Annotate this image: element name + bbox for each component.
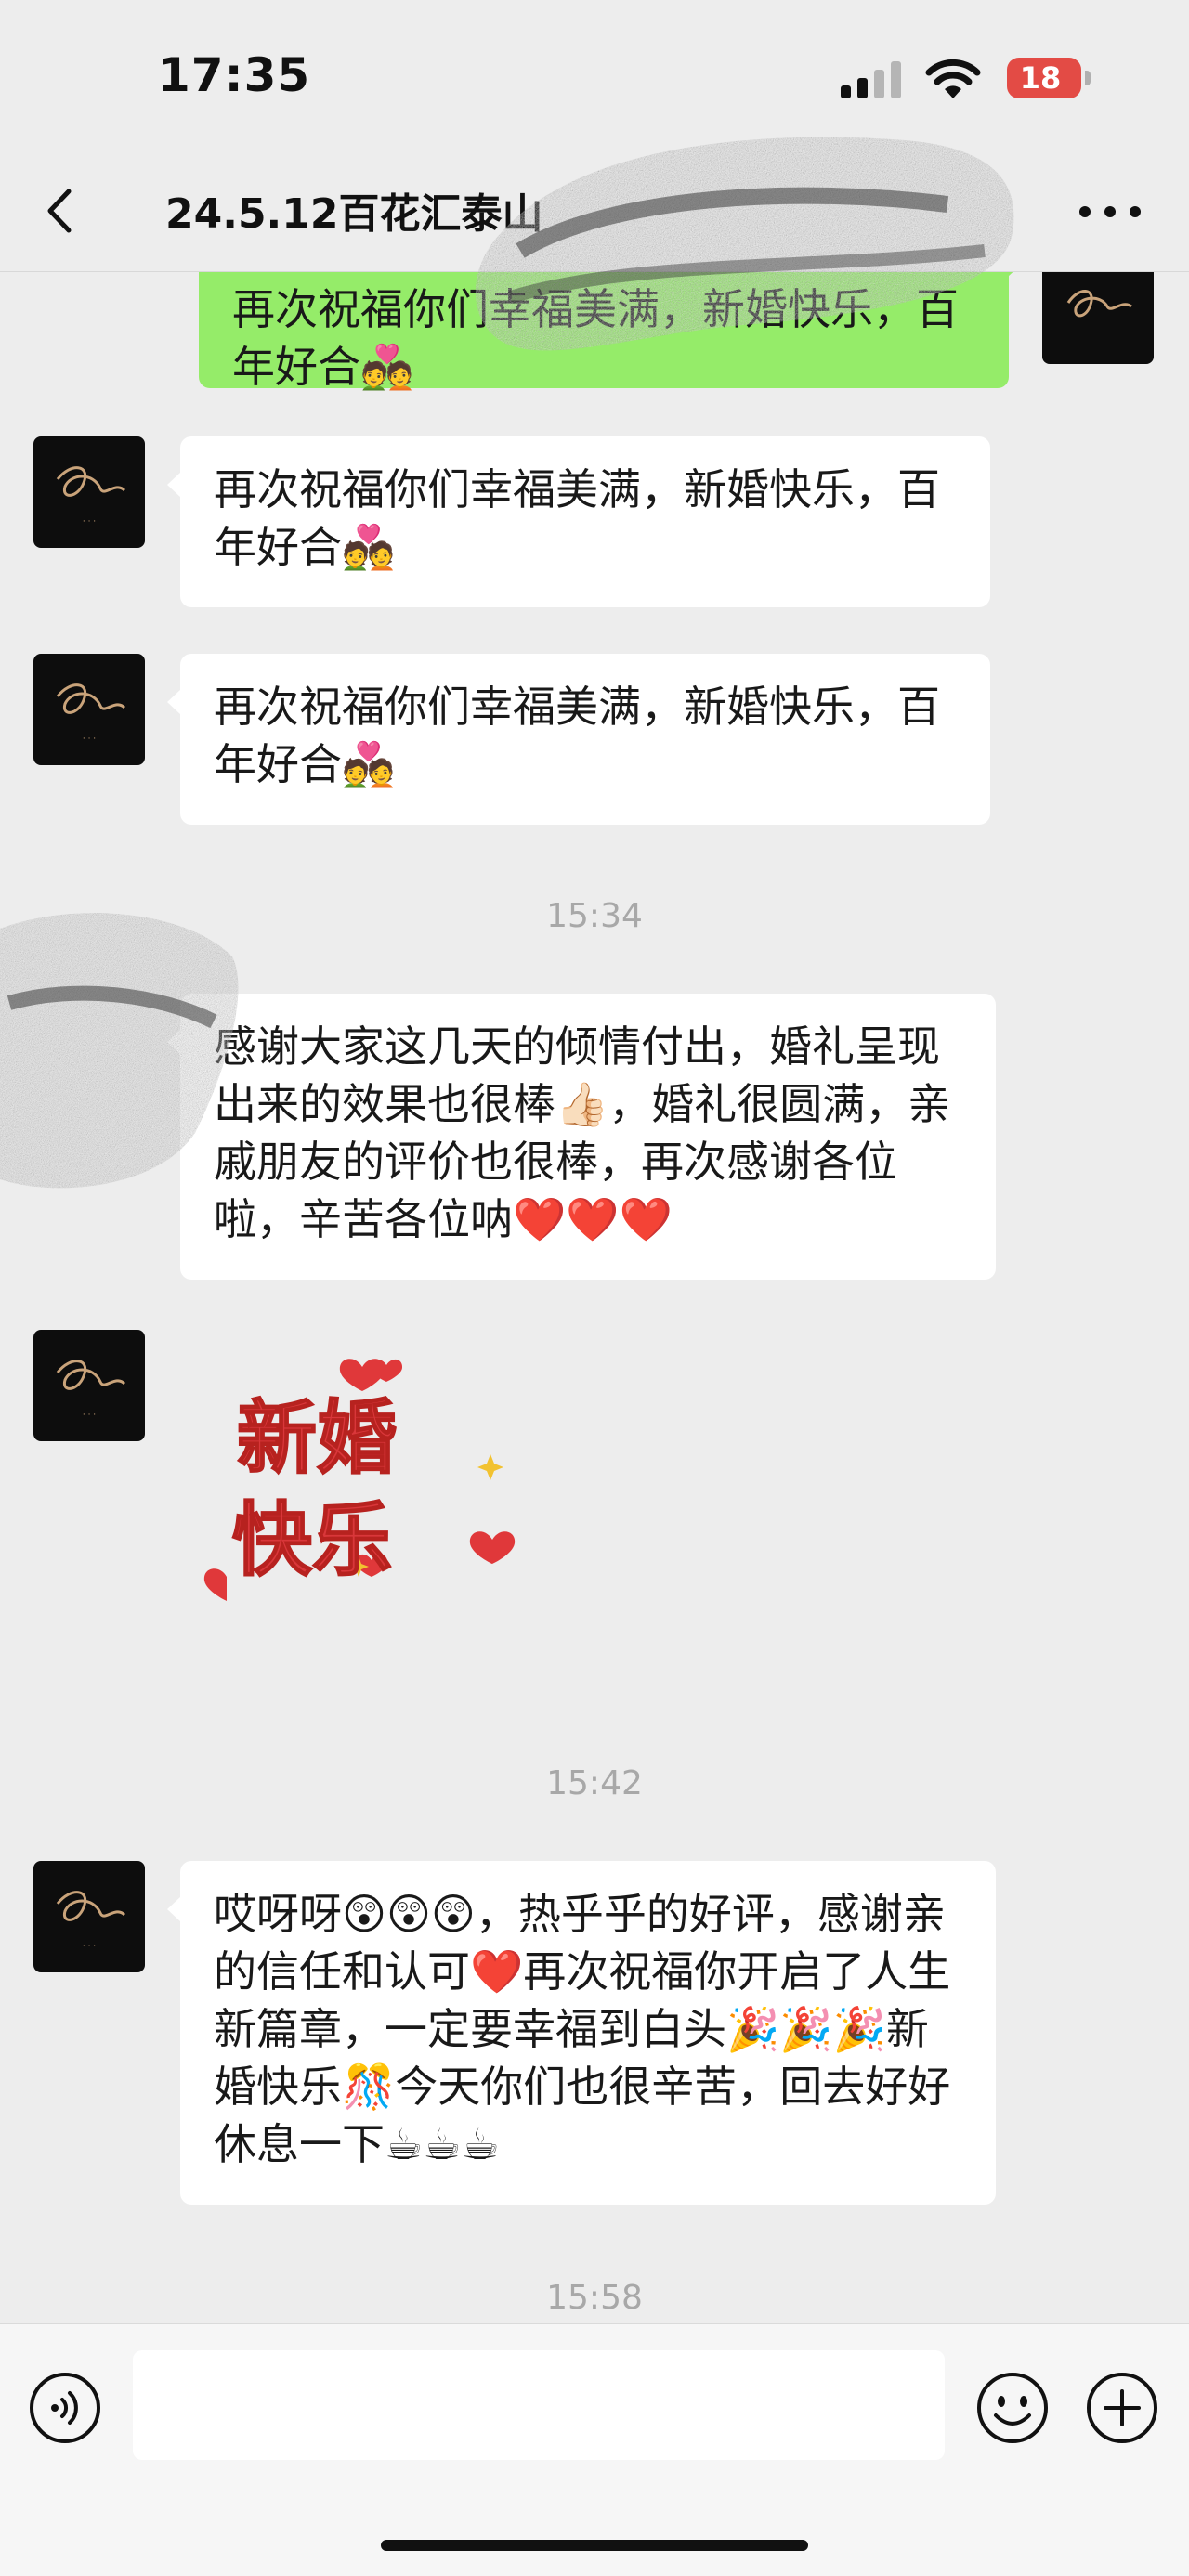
chat-title: 24.5.12百花汇泰山	[165, 190, 543, 238]
ellipsis-icon[interactable]	[1078, 202, 1143, 221]
message-text: 再次祝福你们幸福美满，新婚快乐，百年好合💑	[214, 464, 940, 572]
message-text: 哎呀呀😲😲😲，热乎乎的好评，感谢亲的信任和认可❤️再次祝福你开启了人生新篇章，一…	[214, 1889, 951, 2169]
message-input[interactable]	[133, 2350, 945, 2460]
plus-icon[interactable]	[1085, 2371, 1159, 2445]
home-indicator	[381, 2540, 808, 2551]
status-bar: 17:35 18	[0, 0, 1189, 158]
svg-text:· · ·: · · ·	[83, 1942, 96, 1951]
avatar-self[interactable]	[1042, 271, 1154, 364]
battery-cap	[1085, 71, 1091, 85]
message-bubble-incoming[interactable]: 再次祝福你们幸福美满，新婚快乐，百年好合💑	[167, 436, 990, 607]
message-text: 再次祝福你们幸福美满，新婚快乐，百年好合💑	[214, 682, 940, 789]
message-bubble-incoming[interactable]: 感谢大家这几天的倾情付出，婚礼呈现出来的效果也很棒👍🏻，婚礼很圆满，亲戚朋友的评…	[167, 994, 996, 1280]
wifi-icon	[925, 59, 981, 98]
svg-text:· · ·: · · ·	[83, 517, 96, 527]
avatar-contact[interactable]: · · ·	[33, 1861, 145, 1972]
cellular-signal-icon	[841, 61, 902, 98]
message-bubble-incoming[interactable]: 再次祝福你们幸福美满，新婚快乐，百年好合💑	[167, 654, 990, 825]
timestamp: 15:34	[546, 897, 643, 935]
svg-text:· · ·: · · ·	[83, 1411, 96, 1420]
chevron-left-icon[interactable]	[37, 178, 82, 243]
voice-icon[interactable]	[28, 2371, 102, 2445]
battery-icon: 18	[1007, 58, 1081, 98]
sticker-text: 快乐	[232, 1494, 392, 1587]
emoji-icon[interactable]	[975, 2371, 1050, 2445]
message-bubble-incoming[interactable]: 哎呀呀😲😲😲，热乎乎的好评，感谢亲的信任和认可❤️再次祝福你开启了人生新篇章，一…	[167, 1861, 996, 2205]
avatar-contact[interactable]: · · ·	[33, 436, 145, 548]
timestamp: 15:58	[546, 2279, 643, 2317]
battery-level: 18	[1019, 60, 1062, 96]
avatar-contact[interactable]: · · ·	[33, 1330, 145, 1441]
chat-screen: 17:35 18 24.5.12百花汇泰山 再次祝福你们幸福美满，新婚快乐，百年…	[0, 0, 1189, 2576]
status-time: 17:35	[158, 48, 311, 102]
avatar-contact[interactable]: · · ·	[33, 654, 145, 765]
message-bubble-outgoing[interactable]: 再次祝福你们幸福美满，新婚快乐，百年好合💑	[199, 271, 1022, 392]
message-text: 再次祝福你们幸福美满，新婚快乐，百年好合💑	[232, 284, 959, 392]
timestamp: 15:42	[546, 1764, 643, 1802]
input-bar	[0, 2323, 1189, 2576]
message-list[interactable]: 再次祝福你们幸福美满，新婚快乐，百年好合💑 · · · 再次祝福你们幸福美满，新…	[0, 271, 1189, 2323]
sticker-text: 新婚	[237, 1392, 397, 1485]
chat-header: 24.5.12百花汇泰山	[0, 158, 1189, 272]
message-text: 感谢大家这几天的倾情付出，婚礼呈现出来的效果也很棒👍🏻，婚礼很圆满，亲戚朋友的评…	[214, 1021, 951, 1244]
sticker-image[interactable]: 新婚 快乐	[195, 1345, 529, 1623]
svg-text:· · ·: · · ·	[83, 735, 96, 744]
